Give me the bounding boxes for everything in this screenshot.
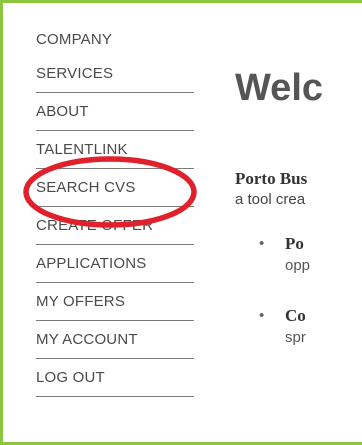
- nav-item-company[interactable]: COMPANY: [36, 25, 194, 55]
- page-frame: COMPANY SERVICES ABOUT TALENTLINK SEARCH…: [0, 0, 362, 445]
- sidebar-nav: COMPANY SERVICES ABOUT TALENTLINK SEARCH…: [36, 25, 194, 397]
- list-item: • Co spr: [259, 305, 310, 349]
- feature-list: • Po opp • Co spr: [259, 233, 310, 377]
- feature-subtext: opp: [285, 257, 311, 274]
- intro-bold-text: Porto Bus: [235, 169, 308, 188]
- nav-item-my-offers[interactable]: MY OFFERS: [36, 283, 194, 321]
- feature-subtext: spr: [285, 329, 306, 346]
- nav-item-applications[interactable]: APPLICATIONS: [36, 245, 194, 283]
- bullet-icon: •: [259, 235, 265, 252]
- feature-title: Co: [285, 306, 306, 325]
- nav-item-my-account[interactable]: MY ACCOUNT: [36, 321, 194, 359]
- nav-item-about[interactable]: ABOUT: [36, 93, 194, 131]
- nav-item-search-cvs[interactable]: SEARCH CVS: [36, 169, 194, 207]
- nav-item-create-offer[interactable]: CREATE OFFER: [36, 207, 194, 245]
- feature-title: Po: [285, 234, 304, 253]
- intro-line-2: a tool crea: [235, 191, 306, 208]
- nav-item-talentlink[interactable]: TALENTLINK: [36, 131, 194, 169]
- nav-item-services[interactable]: SERVICES: [36, 55, 194, 93]
- nav-item-log-out[interactable]: LOG OUT: [36, 359, 194, 397]
- intro-text: Porto Bus a tool crea: [235, 169, 307, 210]
- bullet-icon: •: [259, 307, 265, 324]
- page-title: Welc: [235, 67, 324, 109]
- list-item: • Po opp: [259, 233, 310, 277]
